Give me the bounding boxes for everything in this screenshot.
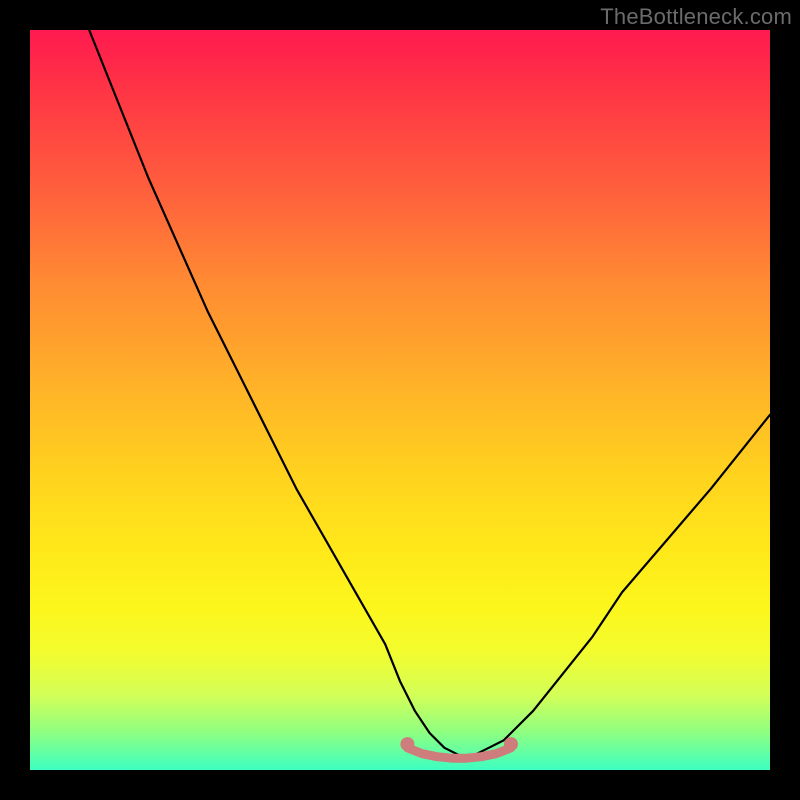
optimal-start-marker <box>400 737 414 751</box>
plot-area <box>30 30 770 770</box>
watermark-text: TheBottleneck.com <box>600 4 792 30</box>
optimal-flat-segment <box>407 748 511 758</box>
bottleneck-curve <box>89 30 770 755</box>
chart-frame: TheBottleneck.com <box>0 0 800 800</box>
optimal-end-marker <box>504 737 518 751</box>
curve-overlay <box>30 30 770 770</box>
